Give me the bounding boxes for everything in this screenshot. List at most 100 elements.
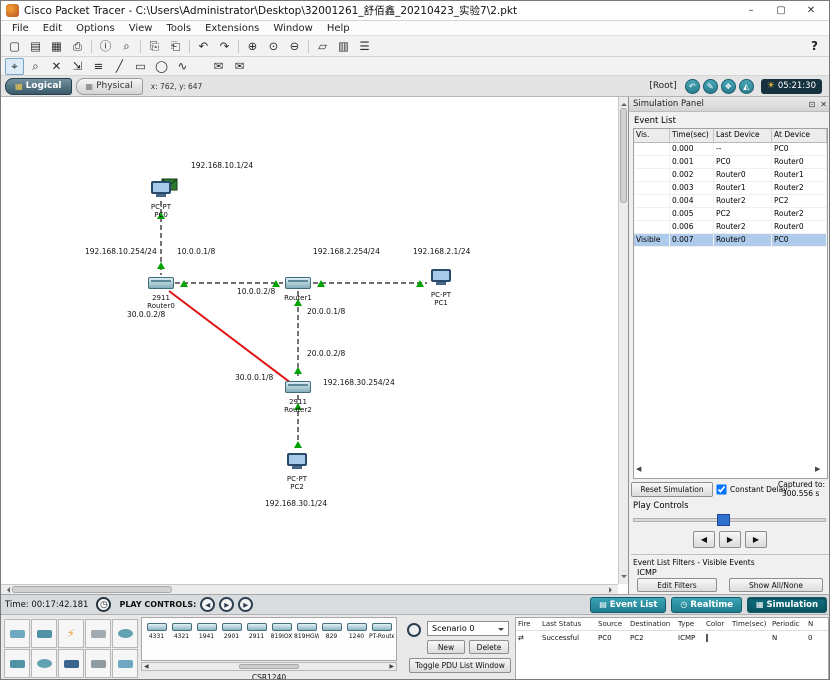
scroll-up-icon[interactable] [621,100,627,106]
inspect-tool-icon[interactable]: ⌕ [26,58,45,75]
canvas-horizontal-scrollbar[interactable] [1,584,618,594]
network-description-icon[interactable]: ☰ [355,38,374,55]
delete-scenario-button[interactable]: Delete [469,640,509,654]
palette-device-4321[interactable]: 4321 [169,619,194,660]
tab-realtime[interactable]: ◷ Realtime [671,597,742,613]
place-note-icon[interactable]: ≡ [89,58,108,75]
scrollbar-thumb[interactable] [12,586,172,593]
palette-device-pt-router[interactable]: PT-Router [369,619,394,660]
ip-note[interactable]: 30.0.0.2/8 [127,310,165,319]
menu-window[interactable]: Window [266,23,319,34]
device-pc1[interactable]: PC-PTPC1 [426,269,456,307]
zoom-out-icon[interactable]: ⊖ [285,38,304,55]
minimize-button[interactable]: – [744,5,758,16]
play-control-button[interactable]: ▶ [219,597,234,612]
redo-icon[interactable]: ↷ [215,38,234,55]
custom-devices-icon[interactable]: ▥ [334,38,353,55]
event-list-table[interactable]: Vis. Time(sec) Last Device At Device 0.0… [633,128,828,479]
event-scroll-left-icon[interactable]: ◀ [636,465,641,473]
zoom-reset-icon[interactable]: ⊙ [264,38,283,55]
logical-tab[interactable]: ▦ Logical [5,78,72,95]
environment-clock[interactable]: ☀ 05:21:30 [761,79,822,94]
viewport-button[interactable]: ◭ [739,79,754,94]
tab-event-list[interactable]: ▤ Event List [590,597,666,613]
event-row[interactable]: 0.005 PC2 Router2 [634,208,827,221]
device-router2[interactable]: 2911Router2 [283,381,313,414]
menu-edit[interactable]: Edit [36,23,69,34]
scroll-right-icon[interactable] [609,587,615,593]
toggle-pdu-list-button[interactable]: Toggle PDU List Window [409,658,511,673]
scenario-select[interactable]: Scenario 0 [427,621,509,636]
print-icon[interactable]: ⎙ [68,38,87,55]
ip-note[interactable]: 10.0.0.1/8 [177,247,215,256]
close-button[interactable]: ✕ [804,5,818,16]
device-list-scrollbar[interactable]: ◀ ▶ [141,662,397,671]
tab-simulation[interactable]: ▦ Simulation [747,597,827,613]
select-tool-icon[interactable]: ⌖ [5,58,24,75]
pdu-info-icon[interactable] [407,623,421,637]
ip-note[interactable]: 192.168.30.1/24 [265,499,327,508]
add-simple-pdu-icon[interactable]: ✉ [209,58,228,75]
device-pc0[interactable]: PC-PTPC0 [146,181,176,219]
help-button[interactable]: ? [811,39,826,53]
delete-tool-icon[interactable]: ✕ [47,58,66,75]
drawing-palette-icon[interactable]: ▱ [313,38,332,55]
device-pc2[interactable]: PC-PTPC2 [282,453,312,491]
activity-wizard-icon[interactable]: ⓘ [96,38,115,55]
reset-clock-button[interactable]: ◷ [96,597,111,612]
palette-device-1941[interactable]: 1941 [194,619,219,660]
edit-filters-button[interactable]: Edit Filters [637,578,717,592]
ip-note[interactable]: 192.168.10.254/24 [85,247,157,256]
palette-device-829[interactable]: 829 [319,619,344,660]
resize-tool-icon[interactable]: ⇲ [68,58,87,75]
category-hubs[interactable] [85,619,111,648]
ip-note[interactable]: 20.0.0.2/8 [307,349,345,358]
new-file-icon[interactable]: ▢ [5,38,24,55]
maximize-button[interactable]: ▢ [774,5,788,16]
copy-icon[interactable]: ⎘ [145,38,164,55]
palette-device-819hgw[interactable]: 819HGW [294,619,319,660]
step-back-button[interactable]: ◀ [693,531,715,548]
move-object-button[interactable]: ❖ [721,79,736,94]
category-connections[interactable] [85,649,111,678]
close-panel-icon[interactable]: ✕ [820,100,827,109]
menu-options[interactable]: Options [69,23,122,34]
event-row[interactable]: 0.003 Router1 Router2 [634,182,827,195]
open-file-icon[interactable]: ▤ [26,38,45,55]
event-scroll-right-icon[interactable]: ▶ [815,465,820,473]
event-row[interactable]: 0.004 Router2 PC2 [634,195,827,208]
scroll-down-icon[interactable] [621,575,627,581]
back-button[interactable]: ↶ [685,79,700,94]
menu-view[interactable]: View [122,23,160,34]
ip-note[interactable]: 30.0.0.1/8 [235,373,273,382]
scrollbar-thumb[interactable] [620,108,627,203]
capture-forward-button[interactable]: ▶ [745,531,767,548]
undo-icon[interactable]: ↶ [194,38,213,55]
canvas-vertical-scrollbar[interactable] [618,97,628,584]
back-control-button[interactable]: ◀ [200,597,215,612]
simulation-panel-header[interactable]: Simulation Panel ⊡ ✕ [629,97,830,112]
pdu-row[interactable]: ⇄ Successful PC0 PC2 ICMP N 0 [516,631,828,644]
category-routers[interactable] [4,619,30,648]
event-row[interactable]: 0.002 Router0 Router1 [634,169,827,182]
menu-file[interactable]: File [5,23,36,34]
menu-tools[interactable]: Tools [159,23,198,34]
palette-device-2911[interactable]: 2911 [244,619,269,660]
draw-rectangle-icon[interactable]: ▭ [131,58,150,75]
menu-extensions[interactable]: Extensions [198,23,266,34]
draw-line-icon[interactable]: ╱ [110,58,129,75]
play-button[interactable]: ▶ [719,531,741,548]
palette-device-819iox[interactable]: 819IOX [269,619,294,660]
save-icon[interactable]: ▦ [47,38,66,55]
draw-freeform-icon[interactable]: ∿ [173,58,192,75]
fire-pdu-icon[interactable]: ⇄ [516,634,542,642]
ip-note[interactable]: 192.168.2.254/24 [313,247,380,256]
category-multiuser[interactable] [112,649,138,678]
note-button[interactable]: ✎ [703,79,718,94]
category-components[interactable] [58,649,84,678]
category-switches[interactable] [31,619,57,648]
draw-ellipse-icon[interactable]: ◯ [152,58,171,75]
scroll-left-icon[interactable]: ◀ [144,663,149,670]
find-icon[interactable]: ⌕ [117,38,136,55]
category-wan-emulation[interactable] [4,649,30,678]
